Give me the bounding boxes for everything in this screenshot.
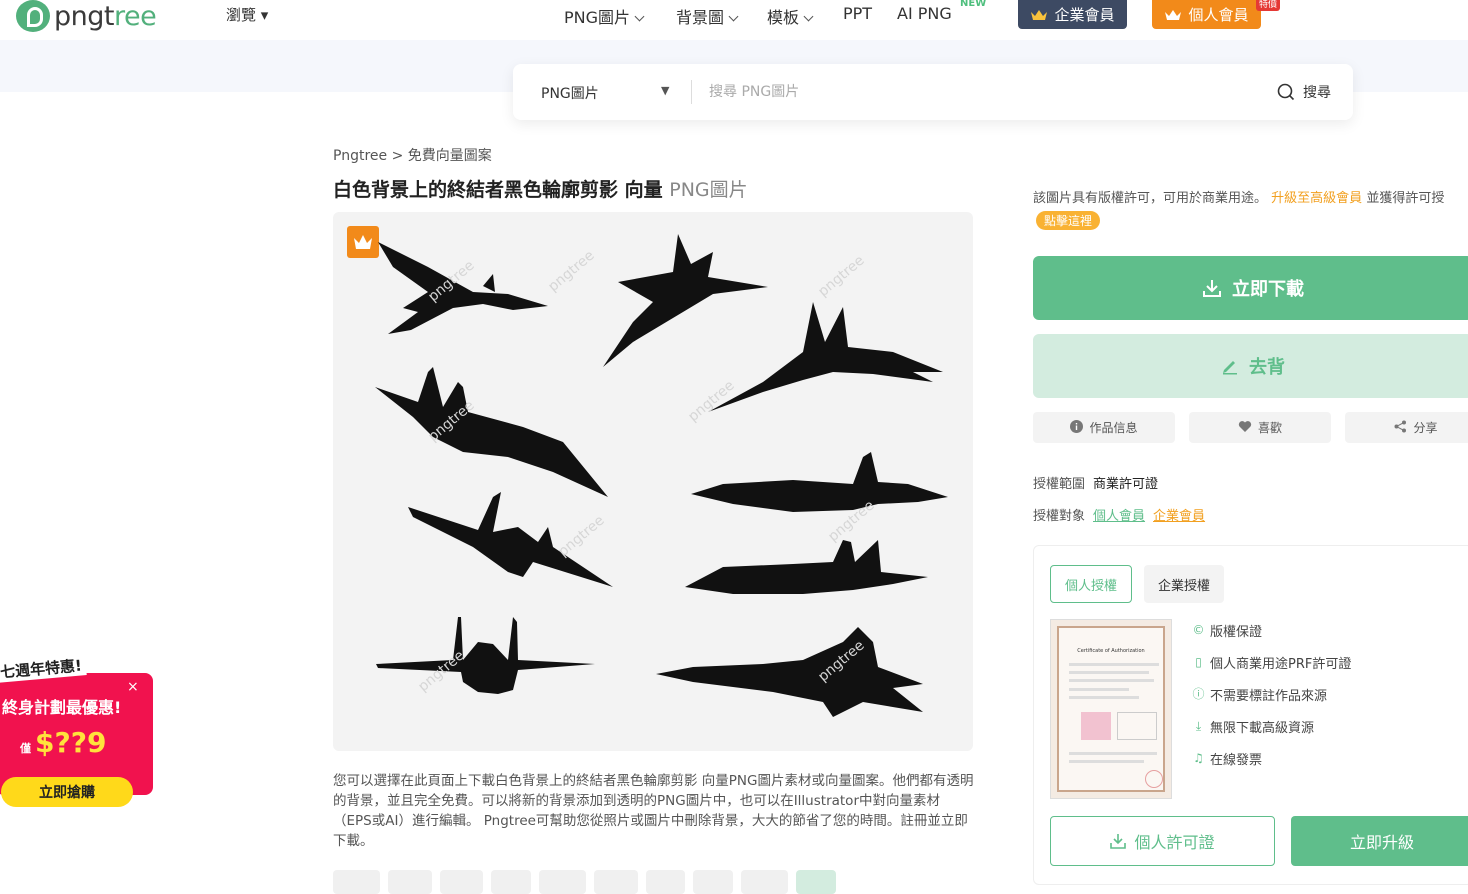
feature-prf-license: ▯ 個人商業用途PRF許可證 [1192,653,1351,673]
crown-icon [1165,9,1182,20]
download-icon [1110,834,1127,849]
edit-icon [1223,361,1237,375]
svg-text:pngtree: pngtree [555,513,607,560]
download-icon [1203,280,1221,297]
tab-enterprise-license[interactable]: 企業授權 [1144,565,1224,603]
nav-ppt[interactable]: PPT [843,4,872,23]
certificate-thumbnail[interactable]: Certificate of Authorization [1050,619,1172,799]
license-note: 該圖片具有版權許可，可用於商業用途。 升級至高級會員 並獲得許可授 [1033,191,1445,206]
crown-icon [1031,9,1048,20]
chevron-down-icon [634,11,645,22]
search-input[interactable] [709,78,1249,106]
breadcrumb: Pngtree > 免費向量圖案 [333,148,492,164]
license-target: 授權對象 個人會員 企業會員 [1033,509,1206,524]
remove-background-button[interactable]: 去背 [1033,334,1468,398]
heart-icon [1238,420,1252,436]
jet-silhouettes-illustration: pngtree pngtree pngtree pngtree pngtree … [375,234,948,717]
download-button[interactable]: 立即下載 [1033,256,1468,320]
chevron-down-icon [728,11,739,22]
search-button[interactable]: 搜尋 [1277,82,1331,102]
document-icon: ▯ [1195,655,1202,669]
nav-ai-png[interactable]: AI PNG [897,4,952,23]
feature-online-invoice: ♫ 在線發票 [1193,751,1263,769]
tag-item[interactable] [388,870,432,894]
svg-text:pngtree: pngtree [815,253,867,300]
image-description: 您可以選擇在此頁面上下載白色背景上的終結者黑色輪廓剪影 向量PNG圖片素材或向量… [333,773,974,849]
page-title: 白色背景上的終結者黑色輪廓剪影 向量 PNG圖片 [333,179,748,201]
like-button[interactable]: 喜歡 [1189,412,1331,443]
enterprise-member-link[interactable]: 企業會員 [1153,509,1205,524]
search-icon [1277,83,1295,101]
download-icon: ⤓ [1195,719,1202,733]
personal-member-link[interactable]: 個人會員 [1093,509,1145,524]
tab-personal-license[interactable]: 個人授權 [1050,565,1132,603]
tag-item[interactable] [439,870,484,894]
headset-icon: ♫ [1193,751,1204,765]
tag-item[interactable] [594,870,638,894]
new-badge: NEW [960,0,987,9]
info-circle-icon: ⓘ [1192,687,1205,701]
feature-copyright: © 版權保證 [1192,623,1263,641]
promo-buy-button[interactable]: 立即搶購 [1,777,133,807]
top-bar: pngtree 瀏覽 ▾ PNG圖片 背景圖 模板 PPT AI PNG NEW… [0,0,1468,40]
enterprise-member-button[interactable]: 企業會員 [1018,0,1127,29]
pngtree-logo[interactable]: pngtree [16,0,157,32]
search-bar: PNG圖片 ▼ 搜尋 [513,64,1353,120]
personal-member-button[interactable]: 個人會員 [1152,0,1261,29]
logo-text: pngtree [54,0,157,32]
divider [691,80,692,104]
breadcrumb-root[interactable]: Pngtree [333,148,387,164]
breadcrumb-current[interactable]: 免費向量圖案 [408,148,492,164]
info-icon [1070,419,1084,436]
promo-price: 僅 $??9 [20,726,107,759]
promo-popup: 七週年特惠! × 終身計劃最優惠! 僅 $??9 立即搶購 [0,654,154,815]
logo-icon [16,0,50,32]
chevron-down-icon [803,11,814,22]
tag-item[interactable] [333,870,381,894]
upgrade-link[interactable]: 升級至高級會員 [1271,191,1362,206]
tag-more[interactable] [796,870,836,894]
upgrade-now-button[interactable]: 立即升級 [1291,816,1468,866]
work-info-button[interactable]: 作品信息 [1033,412,1175,443]
share-icon [1394,420,1407,436]
personal-license-button[interactable]: 個人許可證 [1050,816,1275,866]
feature-no-attribution: ⓘ 不需要標註作品來源 [1192,687,1328,705]
search-type-select[interactable]: PNG圖片 [541,83,599,103]
click-here-badge[interactable]: 點擊這裡 [1036,211,1101,230]
close-icon[interactable]: × [127,679,139,695]
preview-image[interactable]: pngtree pngtree pngtree pngtree pngtree … [333,212,973,751]
tag-item[interactable] [538,870,587,894]
tag-item[interactable] [740,870,789,894]
certificate-title: Certificate of Authorization [1077,648,1145,654]
promo-headline: 終身計劃最優惠! [2,698,122,717]
nav-png[interactable]: PNG圖片 [564,4,645,28]
share-button[interactable]: 分享 [1345,412,1468,443]
caret-down-icon[interactable]: ▼ [661,84,669,97]
copyright-icon: © [1192,623,1205,637]
tag-item[interactable] [491,870,531,894]
svg-text:pngtree: pngtree [545,248,597,295]
license-scope: 授權範圍 商業許可證 [1033,477,1159,492]
nav-templates[interactable]: 模板 [767,4,814,28]
nav-backgrounds[interactable]: 背景圖 [676,4,739,28]
browse-menu[interactable]: 瀏覽 ▾ [226,4,268,25]
tag-item[interactable] [693,870,733,894]
tag-list [333,870,836,894]
feature-unlimited-downloads: ⤓ 無限下載高級資源 [1192,717,1314,737]
tag-item[interactable] [645,870,686,894]
seal-icon [1145,770,1163,788]
sale-tag: 特價 [1256,0,1281,11]
